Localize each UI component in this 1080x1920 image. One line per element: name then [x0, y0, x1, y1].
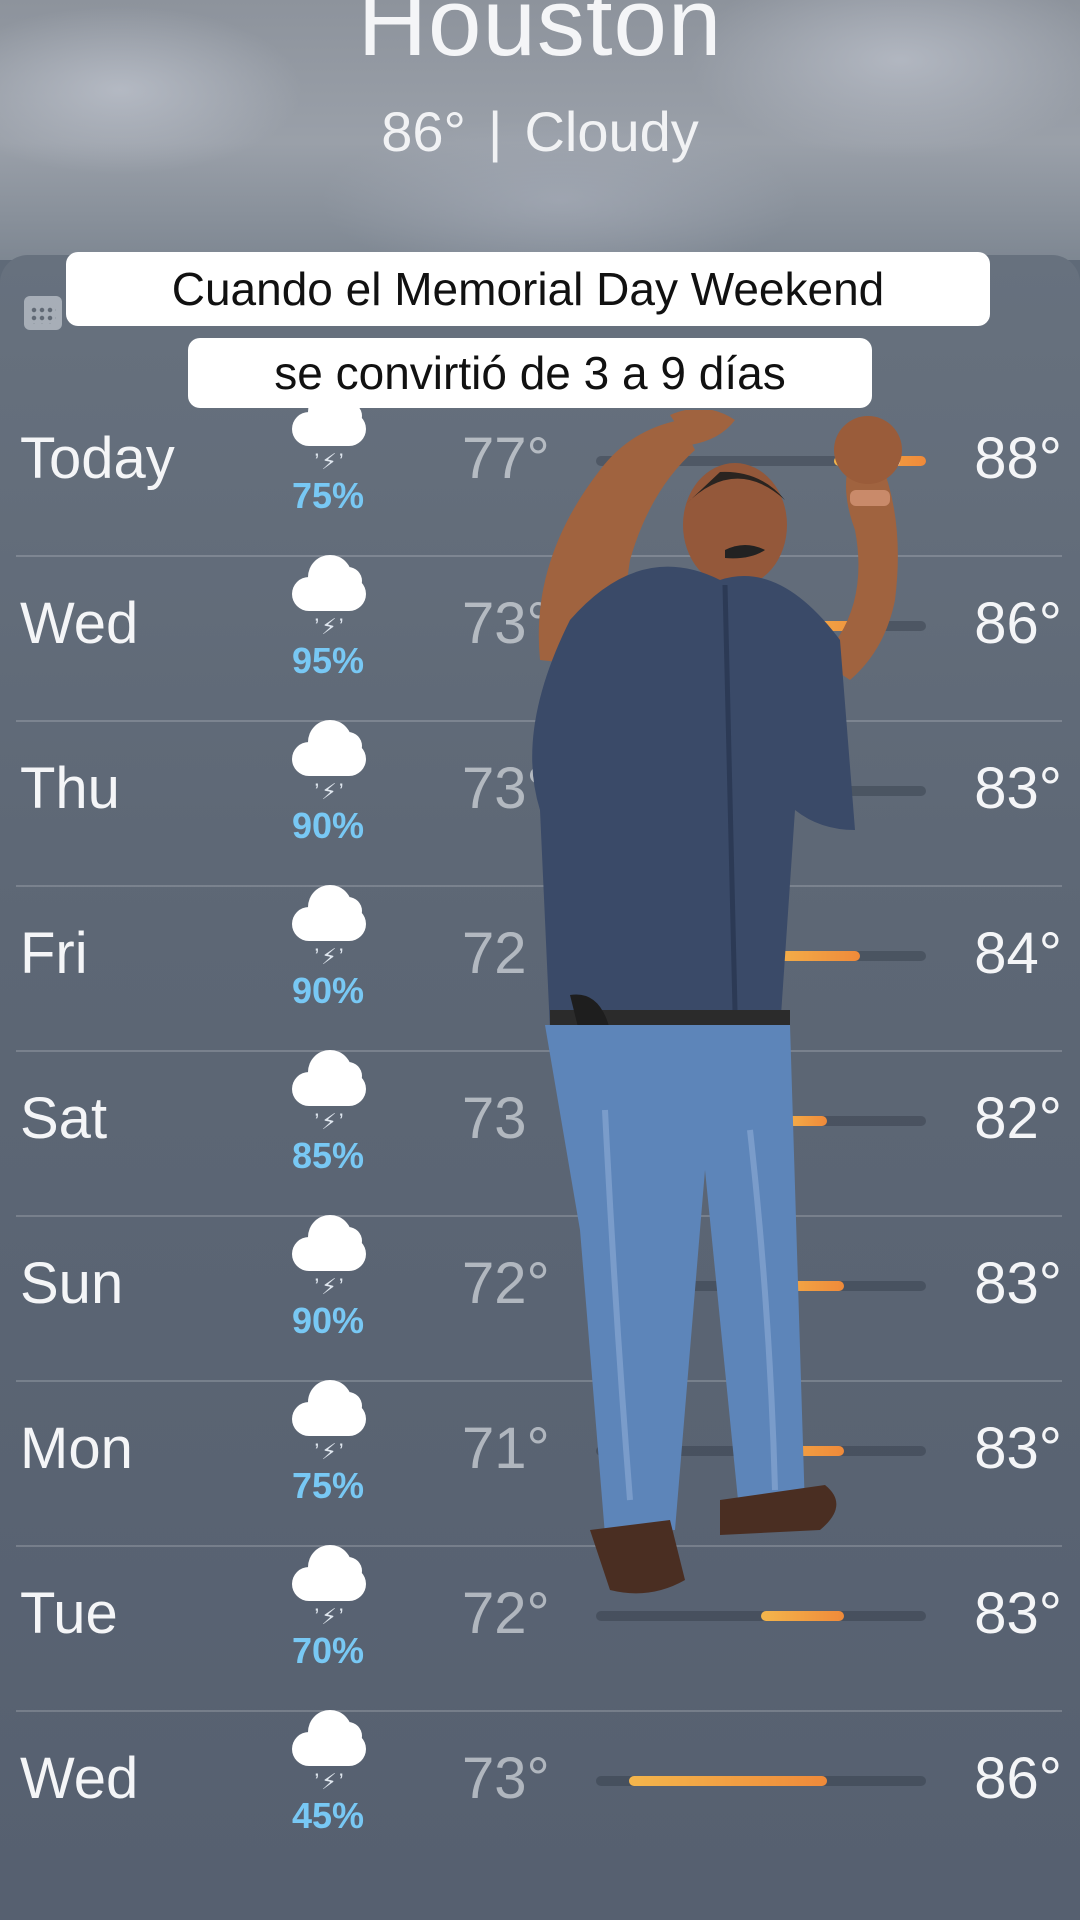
rain-bolt-icon: ’⚡’ — [314, 449, 346, 474]
weather-icon-group: ’⚡’ 85% — [278, 1050, 378, 1188]
high-temperature: 83° — [974, 1416, 1062, 1481]
forecast-day: Thu — [20, 756, 120, 821]
weather-icon-group: ’⚡’ 95% — [278, 555, 378, 693]
weather-icon-group: ’⚡’ 90% — [278, 720, 378, 858]
weather-icon-group: ’⚡’ 90% — [278, 1215, 378, 1353]
forecast-day: Wed — [20, 1746, 139, 1811]
rain-bolt-icon: ’⚡’ — [314, 944, 346, 969]
precip-chance: 90% — [291, 805, 365, 846]
rain-bolt-icon: ’⚡’ — [314, 779, 346, 804]
forecast-day: Sun — [20, 1251, 124, 1316]
precip-chance: 95% — [291, 640, 365, 681]
precip-chance: 75% — [291, 1465, 365, 1506]
weather-icon-group: ’⚡’ 70% — [278, 1545, 378, 1683]
cloud-bolt-rain-icon — [292, 390, 366, 446]
cloud-bolt-rain-icon — [292, 720, 366, 776]
high-temperature: 83° — [974, 756, 1062, 821]
temperature-range-track — [596, 1611, 926, 1621]
high-temperature: 82° — [974, 1086, 1062, 1151]
temperature-range-bar — [629, 1776, 827, 1786]
city-name: Houston — [357, 0, 723, 76]
temperature-range-track — [596, 1776, 926, 1786]
precip-chance: 85% — [291, 1135, 365, 1176]
rain-bolt-icon: ’⚡’ — [314, 1439, 346, 1464]
low-temperature: 73 — [462, 1086, 527, 1151]
precip-chance: 75% — [291, 475, 365, 516]
calendar-icon — [24, 296, 62, 330]
forecast-row[interactable]: Wed ’⚡’ 45% 73° 86° — [0, 1710, 1080, 1875]
high-temperature: 83° — [974, 1251, 1062, 1316]
cloud-bolt-rain-icon — [292, 1215, 366, 1271]
forecast-day: Today — [20, 426, 175, 491]
caption-line-1: Cuando el Memorial Day Weekend — [66, 252, 990, 326]
weather-icon-group: ’⚡’ 45% — [278, 1710, 378, 1848]
forecast-day: Mon — [20, 1416, 133, 1481]
precip-chance: 90% — [291, 1300, 365, 1341]
cloud-bolt-rain-icon — [292, 1710, 366, 1766]
rain-bolt-icon: ’⚡’ — [314, 1109, 346, 1134]
current-condition: Cloudy — [524, 100, 699, 163]
cloud-bolt-rain-icon — [292, 1545, 366, 1601]
caption-line-2: se convirtió de 3 a 9 días — [188, 338, 872, 408]
forecast-day: Wed — [20, 591, 139, 656]
low-temperature: 72 — [462, 921, 527, 986]
high-temperature: 88° — [974, 426, 1062, 491]
conditions-separator: | — [487, 100, 503, 163]
weather-icon-group: ’⚡’ 90% — [278, 885, 378, 1023]
forecast-day: Sat — [20, 1086, 108, 1151]
row-divider — [16, 1710, 1062, 1712]
high-temperature: 86° — [974, 1746, 1062, 1811]
weather-icon-group: ’⚡’ 75% — [278, 390, 378, 528]
forecast-day: Fri — [20, 921, 88, 986]
cloud-bolt-rain-icon — [292, 1050, 366, 1106]
cloud-bolt-rain-icon — [292, 885, 366, 941]
forecast-day: Tue — [20, 1581, 118, 1646]
cloud-bolt-rain-icon — [292, 555, 366, 611]
rain-bolt-icon: ’⚡’ — [314, 614, 346, 639]
high-temperature: 84° — [974, 921, 1062, 986]
precip-chance: 70% — [291, 1630, 365, 1671]
rain-bolt-icon: ’⚡’ — [314, 1604, 346, 1629]
high-temperature: 83° — [974, 1581, 1062, 1646]
precip-chance: 90% — [291, 970, 365, 1011]
weather-icon-group: ’⚡’ 75% — [278, 1380, 378, 1518]
current-conditions: 86° | Cloudy — [0, 100, 1080, 164]
precip-chance: 45% — [291, 1795, 365, 1836]
cloud-bolt-rain-icon — [292, 1380, 366, 1436]
high-temperature: 86° — [974, 591, 1062, 656]
dancing-man-overlay — [532, 410, 902, 1594]
current-temperature: 86° — [381, 100, 466, 163]
rain-bolt-icon: ’⚡’ — [314, 1769, 346, 1794]
low-temperature: 73° — [462, 1746, 550, 1811]
rain-bolt-icon: ’⚡’ — [314, 1274, 346, 1299]
temperature-range-bar — [761, 1611, 844, 1621]
